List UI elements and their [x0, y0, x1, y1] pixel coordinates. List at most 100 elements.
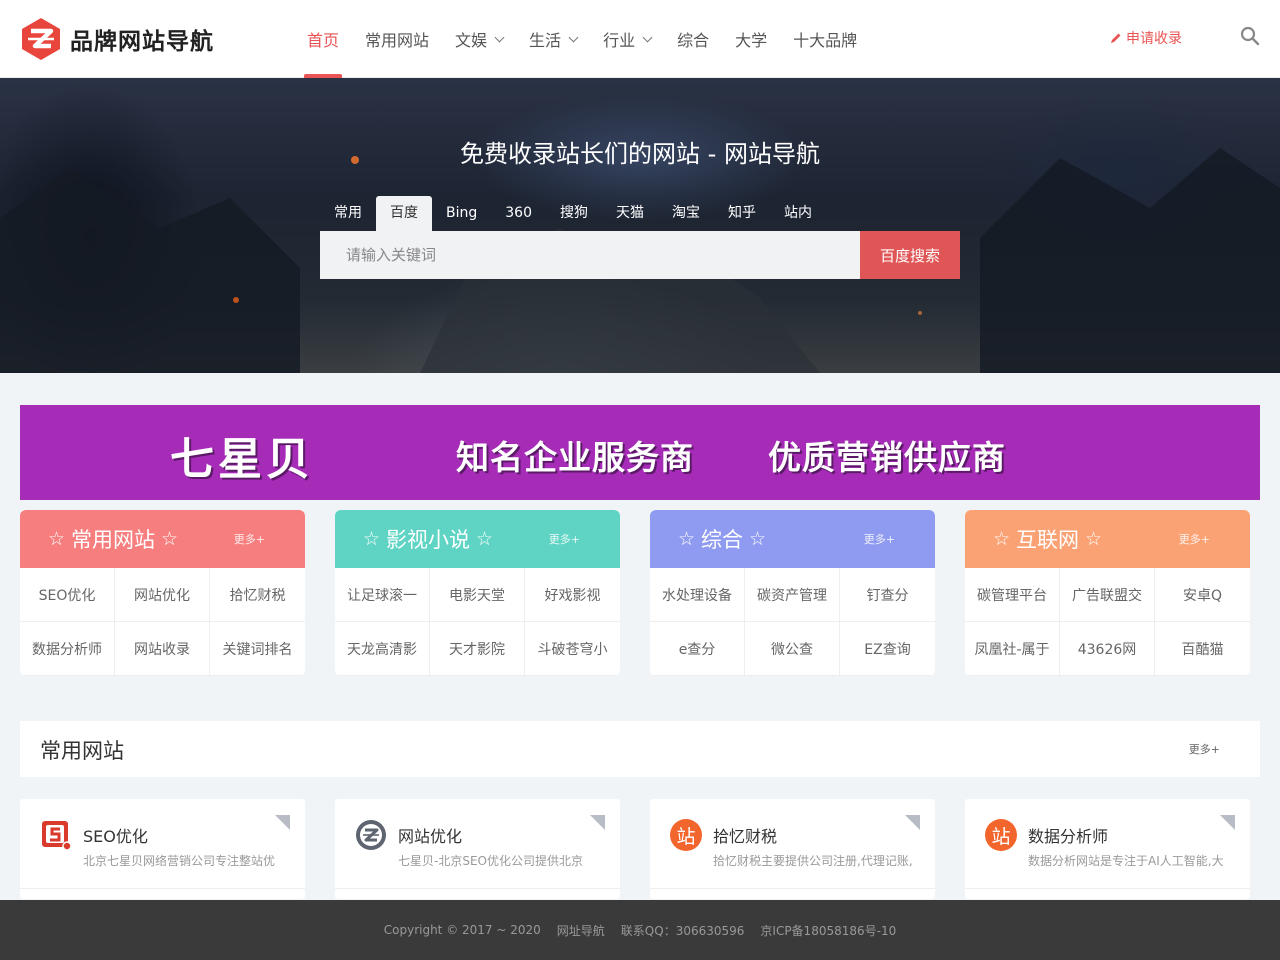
- banner-slogan: 知名企业服务商: [456, 438, 694, 477]
- corner-arrow-icon[interactable]: [1220, 815, 1235, 830]
- site-logo[interactable]: 品牌网站导航: [20, 16, 214, 62]
- category-link[interactable]: 百酷猫: [1155, 622, 1250, 676]
- zhan-glyph: 站: [991, 825, 1011, 848]
- site-card[interactable]: 站 数据分析师 数据分析网站是专注于AI人工智能,大: [965, 799, 1250, 899]
- category-link[interactable]: 让足球滚一: [335, 568, 430, 622]
- category-link[interactable]: e查分: [650, 622, 745, 676]
- category-link[interactable]: 凤凰社-属于: [965, 622, 1060, 676]
- category-link[interactable]: EZ查询: [840, 622, 935, 676]
- corner-arrow-icon[interactable]: [275, 815, 290, 830]
- corner-arrow-icon[interactable]: [590, 815, 605, 830]
- site-card[interactable]: SEO优化 北京七星贝网络营销公司专注整站优: [20, 799, 305, 899]
- search-box: 百度搜索: [320, 231, 960, 279]
- star-icon: ☆: [161, 528, 179, 550]
- search-tab-bing[interactable]: Bing: [432, 196, 491, 231]
- category-link[interactable]: 天龙高清影: [335, 622, 430, 676]
- search-tab-sogou[interactable]: 搜狗: [546, 196, 602, 231]
- category-link[interactable]: 天才影院: [430, 622, 525, 676]
- search-input[interactable]: [320, 231, 860, 279]
- search-engine-tabs: 常用 百度 Bing 360 搜狗 天猫 淘宝 知乎 站内: [320, 196, 826, 231]
- category-link[interactable]: 网站优化: [115, 568, 210, 622]
- category-more-link[interactable]: 更多+: [234, 531, 265, 547]
- category-card-film-novel: ☆ 影视小说 ☆ 更多+ 让足球滚一 电影天堂 好戏影视 天龙高清影 天才影院 …: [335, 510, 620, 676]
- site-card[interactable]: 站 拾忆财税 拾忆财税主要提供公司注册,代理记账,: [650, 799, 935, 899]
- nav-home[interactable]: 首页: [294, 0, 352, 78]
- category-more-link[interactable]: 更多+: [549, 531, 580, 547]
- nav-industry[interactable]: 行业: [590, 0, 664, 78]
- z-logo-icon: [356, 820, 386, 850]
- search-tab-360[interactable]: 360: [491, 196, 546, 231]
- search-tab-taobao[interactable]: 淘宝: [658, 196, 714, 231]
- brand-logo-icon: [22, 18, 60, 60]
- search-tab-baidu[interactable]: 百度: [376, 196, 432, 231]
- site-description: 北京七星贝网络营销公司专注整站优: [83, 854, 276, 868]
- category-link[interactable]: 斗破苍穹小: [525, 622, 620, 676]
- nav-entertainment[interactable]: 文娱: [442, 0, 516, 78]
- ad-banner[interactable]: 七星贝 知名企业服务商 优质营销供应商: [20, 405, 1260, 500]
- zhan-icon: 站: [985, 819, 1017, 851]
- category-link[interactable]: 网站收录: [115, 622, 210, 676]
- nav-university[interactable]: 大学: [722, 0, 780, 78]
- search-tab-zhihu[interactable]: 知乎: [714, 196, 770, 231]
- category-link[interactable]: 碳管理平台: [965, 568, 1060, 622]
- site-description: 数据分析网站是专注于AI人工智能,大: [1028, 854, 1224, 868]
- section-more-link[interactable]: 更多+: [1189, 741, 1220, 757]
- category-more-link[interactable]: 更多+: [1179, 531, 1210, 547]
- category-link[interactable]: 钉查分: [840, 568, 935, 622]
- footer-contact-qq: 联系QQ：306630596: [620, 923, 745, 938]
- category-links: 水处理设备 碳资产管理 钉查分 e查分 微公查 EZ查询: [650, 568, 935, 676]
- logo-text: 品牌网站导航: [70, 29, 214, 55]
- category-link[interactable]: 安卓Q: [1155, 568, 1250, 622]
- site-description: 七星贝-北京SEO优化公司提供北京: [398, 854, 583, 868]
- category-link[interactable]: 微公查: [745, 622, 840, 676]
- category-link[interactable]: 好戏影视: [525, 568, 620, 622]
- footer-nav-link[interactable]: 网址导航: [557, 922, 605, 939]
- category-links: 让足球滚一 电影天堂 好戏影视 天龙高清影 天才影院 斗破苍穹小: [335, 568, 620, 676]
- nav-label: 生活: [529, 31, 562, 50]
- apply-label: 申请收录: [1126, 31, 1182, 47]
- search-tab-tmall[interactable]: 天猫: [602, 196, 658, 231]
- footer-icp-link[interactable]: 京ICP备18058186号-10: [760, 922, 896, 939]
- category-link[interactable]: SEO优化: [20, 568, 115, 622]
- apply-listing-link[interactable]: 申请收录: [1110, 28, 1182, 48]
- site-name: 数据分析师: [1028, 827, 1109, 846]
- nav-top-brands[interactable]: 十大品牌: [780, 0, 870, 78]
- zhan-icon: 站: [670, 819, 702, 851]
- main-nav: 首页 常用网站 文娱 生活 行业 综合 大学 十大品牌: [294, 0, 870, 78]
- nav-label: 十大品牌: [793, 31, 858, 50]
- site-name: SEO优化: [83, 827, 148, 846]
- search-submit-button[interactable]: 百度搜索: [860, 231, 960, 279]
- nav-general[interactable]: 综合: [664, 0, 722, 78]
- category-link[interactable]: 电影天堂: [430, 568, 525, 622]
- hero-title: 免费收录站长们的网站 - 网站导航: [460, 140, 820, 168]
- nav-label: 综合: [677, 31, 710, 50]
- nav-label: 行业: [603, 31, 636, 50]
- category-header: ☆ 综合 ☆ 更多+: [650, 510, 935, 568]
- search-tab-onsite[interactable]: 站内: [770, 196, 826, 231]
- category-links: SEO优化 网站优化 拾忆财税 数据分析师 网站收录 关键词排名: [20, 568, 305, 676]
- category-link[interactable]: 水处理设备: [650, 568, 745, 622]
- category-link[interactable]: 拾忆财税: [210, 568, 305, 622]
- category-link[interactable]: 碳资产管理: [745, 568, 840, 622]
- site-name: 网站优化: [398, 827, 463, 846]
- search-icon[interactable]: [1240, 26, 1260, 46]
- search-tab-common[interactable]: 常用: [320, 196, 376, 231]
- site-card[interactable]: 网站优化 七星贝-北京SEO优化公司提供北京: [335, 799, 620, 899]
- star-icon: ☆: [749, 528, 767, 550]
- category-header: ☆ 互联网 ☆ 更多+: [965, 510, 1250, 568]
- footer-copyright: Copyright © 2017 ~ 2020: [383, 923, 541, 937]
- star-icon: ☆: [678, 528, 696, 550]
- category-link[interactable]: 数据分析师: [20, 622, 115, 676]
- nav-life[interactable]: 生活: [516, 0, 590, 78]
- category-more-link[interactable]: 更多+: [864, 531, 895, 547]
- star-icon: ☆: [48, 528, 66, 550]
- category-link[interactable]: 关键词排名: [210, 622, 305, 676]
- star-icon: ☆: [363, 528, 381, 550]
- nav-common-sites[interactable]: 常用网站: [352, 0, 442, 78]
- banner-slogan: 优质营销供应商: [768, 438, 1006, 477]
- category-title: 综合: [701, 528, 744, 552]
- category-link[interactable]: 43626网: [1060, 622, 1155, 676]
- pencil-icon: [1111, 33, 1121, 43]
- category-link[interactable]: 广告联盟交: [1060, 568, 1155, 622]
- corner-arrow-icon[interactable]: [905, 815, 920, 830]
